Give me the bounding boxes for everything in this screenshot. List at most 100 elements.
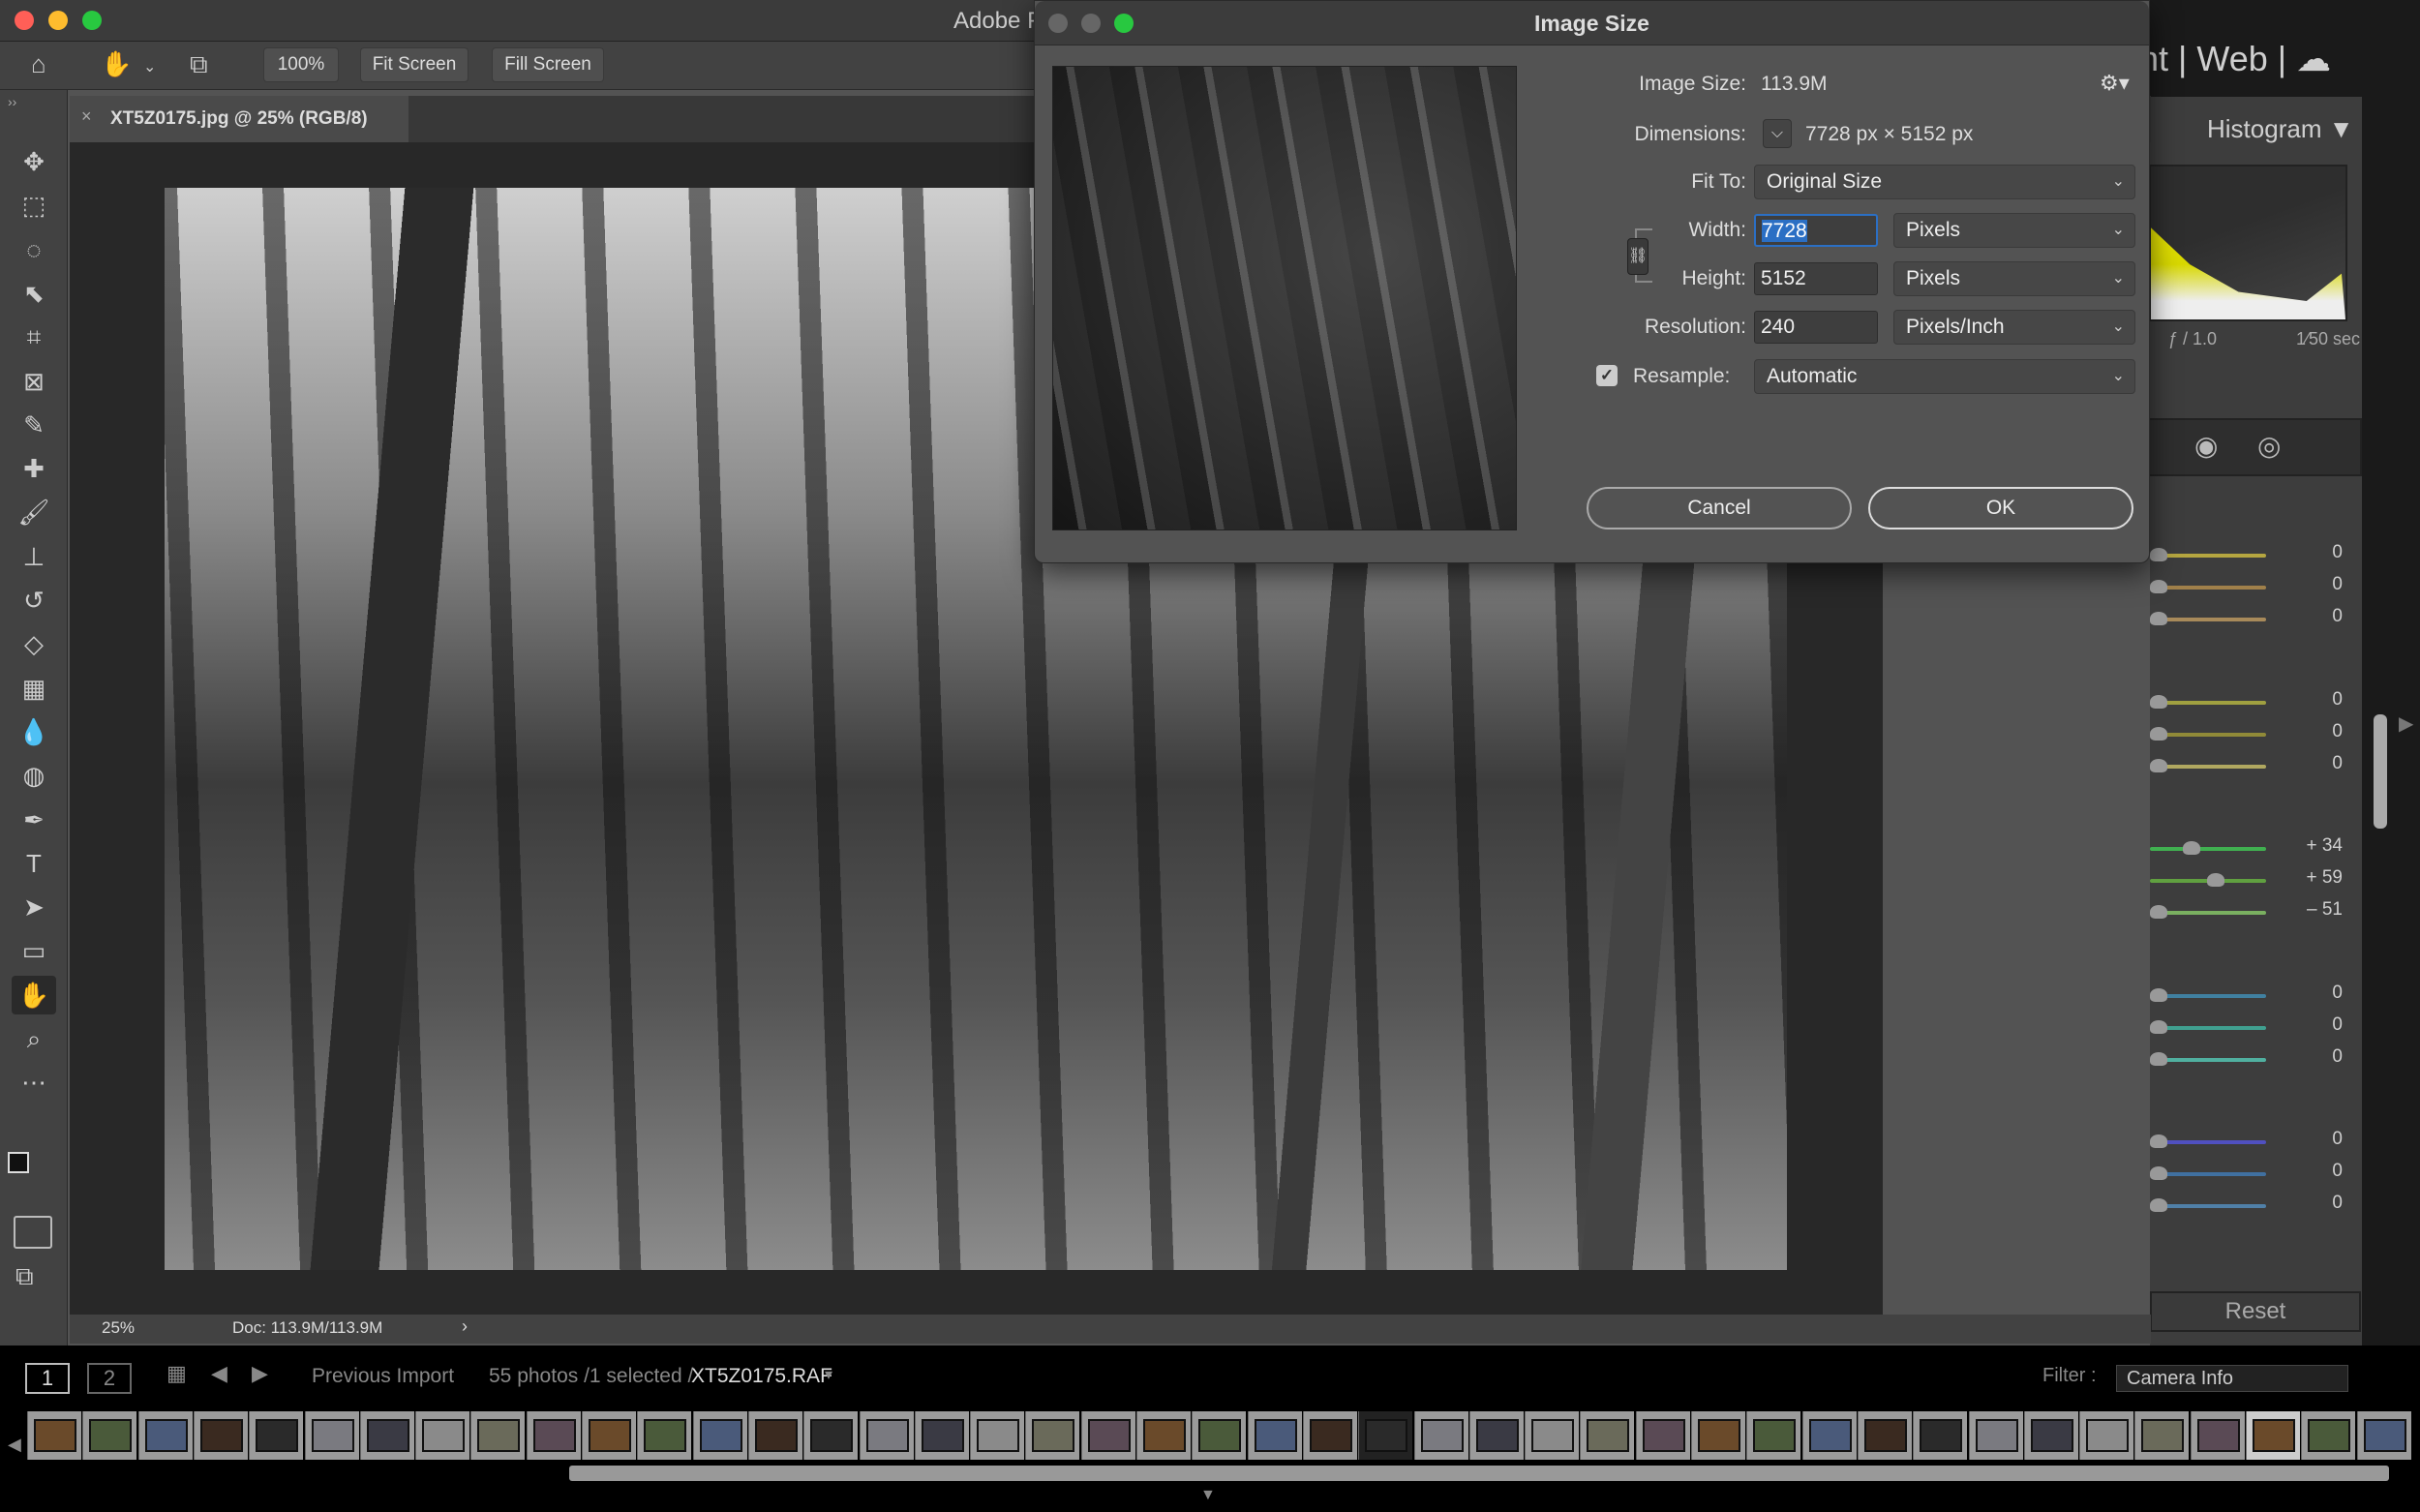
slider-thumb[interactable] <box>2150 694 2167 709</box>
main-window-button[interactable]: 1 <box>25 1363 70 1394</box>
slider-thumb[interactable] <box>2150 548 2167 561</box>
filmstrip-thumbnail[interactable] <box>1192 1411 1247 1460</box>
slider-value[interactable]: 0 <box>2265 1161 2343 1182</box>
slider-thumb[interactable] <box>2150 1198 2167 1212</box>
hsl-slider[interactable] <box>2150 548 2266 561</box>
dimensions-unit-dropdown[interactable]: ⌵ <box>1763 119 1792 148</box>
slider-thumb[interactable] <box>2150 580 2167 593</box>
red-eye-icon[interactable]: ◉ <box>2194 430 2218 462</box>
hsl-slider[interactable] <box>2150 1019 2266 1034</box>
filmstrip-thumbnail[interactable] <box>859 1411 914 1460</box>
filmstrip-thumbnail[interactable] <box>2134 1411 2190 1460</box>
slider-value[interactable]: 0 <box>2265 542 2343 563</box>
slider-thumb[interactable] <box>2150 1166 2167 1180</box>
slider-thumb[interactable] <box>2150 1051 2167 1066</box>
hsl-slider[interactable] <box>2150 1198 2266 1212</box>
hsl-slider[interactable] <box>2150 841 2266 855</box>
filmstrip-thumbnail[interactable] <box>1136 1411 1191 1460</box>
filmstrip-thumbnail[interactable] <box>2246 1411 2300 1460</box>
filmstrip-thumbnail[interactable] <box>304 1411 359 1460</box>
scroll-all-windows-icon[interactable]: ⧉ <box>190 49 208 80</box>
screen-mode-icon[interactable]: ⧉ <box>15 1261 34 1292</box>
zoom-window-button[interactable] <box>82 11 102 30</box>
filmstrip-thumbnail[interactable] <box>359 1411 414 1460</box>
marquee-tool-icon[interactable]: ⬚ <box>12 186 56 225</box>
filmstrip-thumbnail[interactable] <box>2356 1411 2411 1460</box>
fit-to-select[interactable]: Original Size ⌄ <box>1754 165 2135 199</box>
filmstrip-thumbnail[interactable] <box>1025 1411 1080 1460</box>
filmstrip-thumbnail[interactable] <box>2079 1411 2134 1460</box>
filmstrip-thumbnail[interactable] <box>1746 1411 1801 1460</box>
filmstrip-thumbnail[interactable] <box>1247 1411 1302 1460</box>
slider-value[interactable]: 0 <box>2265 1046 2343 1068</box>
eraser-tool-icon[interactable]: ◇ <box>12 624 56 663</box>
resolution-input[interactable]: 240 <box>1754 311 1878 344</box>
slider-thumb[interactable] <box>2150 612 2167 625</box>
forward-arrow-icon[interactable]: ▶ <box>252 1361 268 1386</box>
slider-value[interactable]: 0 <box>2265 606 2343 627</box>
filmstrip-thumbnail[interactable] <box>1302 1411 1357 1460</box>
slider-thumb[interactable] <box>2150 1134 2167 1148</box>
zoom-100-button[interactable]: 100% <box>263 47 339 82</box>
filmstrip-thumbnail[interactable] <box>582 1411 636 1460</box>
status-menu-arrow[interactable]: › <box>462 1316 468 1337</box>
home-icon[interactable]: ⌂ <box>31 49 46 79</box>
slider-thumb[interactable] <box>2150 726 2167 741</box>
hsl-slider[interactable] <box>2150 580 2266 593</box>
document-tab[interactable]: XT5Z0175.jpg @ 25% (RGB/8) <box>70 96 408 142</box>
slider-value[interactable]: 0 <box>2265 983 2343 1004</box>
resolution-unit-select[interactable]: Pixels/Inch ⌄ <box>1893 310 2135 345</box>
resample-checkbox[interactable]: ✓ <box>1596 365 1618 386</box>
close-tab-icon[interactable]: × <box>81 106 92 127</box>
filmstrip-thumbnail[interactable] <box>970 1411 1025 1460</box>
close-window-button[interactable] <box>15 11 34 30</box>
slider-value[interactable]: 0 <box>2265 1014 2343 1036</box>
filmstrip-thumbnail[interactable] <box>1580 1411 1635 1460</box>
filmstrip-thumbnail[interactable] <box>2190 1411 2245 1460</box>
more-tools-icon[interactable]: ⋯ <box>12 1063 56 1102</box>
back-arrow-icon[interactable]: ◀ <box>211 1361 227 1386</box>
image-preview[interactable] <box>1052 66 1517 530</box>
hsl-slider[interactable] <box>2150 694 2266 709</box>
filmstrip-thumbnail[interactable] <box>1691 1411 1745 1460</box>
hsl-slider[interactable] <box>2150 905 2266 919</box>
filmstrip-thumbnail[interactable] <box>415 1411 470 1460</box>
cancel-button[interactable]: Cancel <box>1587 487 1852 529</box>
filmstrip-thumbnail[interactable] <box>1413 1411 1468 1460</box>
filmstrip-thumbnail[interactable] <box>637 1411 692 1460</box>
zoom-tool-icon[interactable]: ⌕ <box>12 1019 56 1058</box>
object-selection-tool-icon[interactable]: ⬉ <box>12 274 56 313</box>
reset-button[interactable]: Reset <box>2150 1291 2361 1332</box>
height-input[interactable]: 5152 <box>1754 262 1878 295</box>
filmstrip-thumbnail[interactable] <box>2023 1411 2078 1460</box>
filmstrip-thumbnail[interactable] <box>1358 1411 1413 1460</box>
filename-dropdown-icon[interactable]: ▾ <box>825 1365 832 1384</box>
slider-value[interactable]: 0 <box>2265 1129 2343 1150</box>
slider-thumb[interactable] <box>2150 758 2167 772</box>
slider-value[interactable]: + 34 <box>2265 835 2343 857</box>
filmstrip-thumbnail[interactable] <box>526 1411 581 1460</box>
rectangle-tool-icon[interactable]: ▭ <box>12 931 56 970</box>
hand-tool-icon[interactable]: ✋ <box>12 975 56 1014</box>
filmstrip-scrollbar[interactable] <box>569 1466 2389 1481</box>
filmstrip-thumbnail[interactable] <box>914 1411 969 1460</box>
clone-stamp-tool-icon[interactable]: ⊥ <box>12 537 56 576</box>
width-input[interactable]: 7728 <box>1754 214 1878 247</box>
filmstrip-thumbnail[interactable] <box>1635 1411 1690 1460</box>
crop-tool-icon[interactable]: ⌗ <box>12 318 56 356</box>
slider-value[interactable]: 0 <box>2265 574 2343 595</box>
collapse-icon[interactable]: ›› <box>8 94 16 109</box>
filmstrip-thumbnail[interactable] <box>1968 1411 2023 1460</box>
filmstrip-thumbnail[interactable] <box>1525 1411 1580 1460</box>
filmstrip-thumbnail[interactable] <box>1468 1411 1524 1460</box>
chevron-down-icon[interactable]: ⌄ <box>143 57 156 76</box>
filmstrip-thumbnail[interactable] <box>27 1411 81 1460</box>
source-label[interactable]: Previous Import <box>312 1365 454 1388</box>
filmstrip-thumbnail[interactable] <box>82 1411 137 1460</box>
slider-thumb[interactable] <box>2150 987 2167 1002</box>
dodge-tool-icon[interactable]: ◍ <box>12 756 56 795</box>
gear-icon[interactable]: ⚙▾ <box>2100 71 2130 96</box>
hsl-slider[interactable] <box>2150 873 2266 887</box>
brush-tool-icon[interactable]: 🖌 <box>12 493 56 531</box>
slider-thumb[interactable] <box>2150 1019 2167 1034</box>
